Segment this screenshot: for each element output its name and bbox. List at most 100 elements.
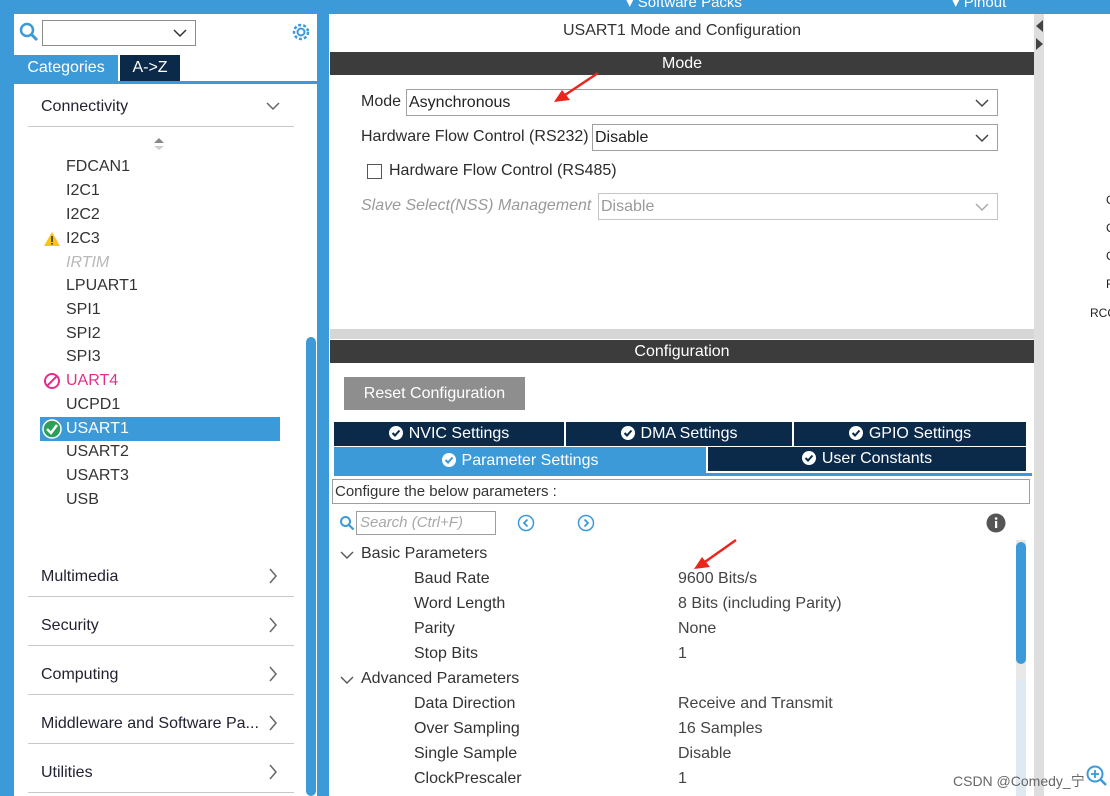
pin-label: C: [1106, 193, 1110, 207]
zoom-in-icon[interactable]: [1084, 764, 1108, 792]
chevron-right-icon: [269, 617, 277, 633]
peripheral-usart2[interactable]: USART2: [66, 443, 129, 461]
category-multimedia[interactable]: Multimedia: [28, 557, 294, 597]
nss-value: Disable: [601, 198, 655, 215]
peripheral-ucpd1[interactable]: UCPD1: [66, 396, 120, 414]
next-match-icon[interactable]: [577, 514, 595, 536]
peripheral-fdcan1[interactable]: FDCAN1: [66, 158, 130, 176]
chevron-right-icon: [269, 666, 277, 682]
panel-splitter[interactable]: [317, 14, 329, 796]
info-icon[interactable]: [986, 513, 1006, 537]
peripheral-spi1[interactable]: SPI1: [66, 301, 101, 319]
category-label: Middleware and Software Pa...: [41, 715, 259, 732]
chevron-right-icon: [269, 764, 277, 780]
tab-user-constants[interactable]: User Constants: [708, 447, 1026, 471]
check-circle-icon: [848, 426, 863, 440]
param-value[interactable]: 1: [678, 645, 687, 663]
mode-select[interactable]: Asynchronous: [406, 89, 998, 116]
param-name: Word Length: [414, 595, 506, 612]
peripheral-usart3[interactable]: USART3: [66, 467, 129, 485]
category-security[interactable]: Security: [28, 606, 294, 646]
collapse-arrows-icon[interactable]: [1034, 18, 1044, 58]
category-utilities[interactable]: Utilities: [28, 753, 294, 793]
software-packs-menu[interactable]: ▾ Software Packs: [626, 0, 742, 11]
peripheral-lpuart1[interactable]: LPUART1: [66, 277, 138, 295]
config-description: Configure the below parameters :: [332, 479, 1030, 504]
section-divider[interactable]: [330, 329, 1034, 339]
mode-select-value: Asynchronous: [409, 94, 511, 111]
left-scrollbar[interactable]: [306, 337, 316, 796]
gear-icon[interactable]: [289, 20, 313, 44]
tab-categories[interactable]: Categories: [14, 55, 118, 81]
param-name: Parity: [414, 620, 455, 637]
peripheral-i2c3[interactable]: I2C3: [66, 230, 100, 248]
tab-label: User Constants: [821, 450, 933, 467]
tab-label: GPIO Settings: [868, 425, 972, 442]
blocked-icon: [43, 372, 61, 394]
search-icon[interactable]: [18, 20, 40, 44]
tab-underline: [14, 81, 317, 84]
nss-select[interactable]: Disable: [598, 193, 998, 220]
tab-dma-settings[interactable]: DMA Settings: [566, 422, 792, 446]
param-value[interactable]: Receive and Transmit: [678, 695, 833, 713]
check-circle-icon: [388, 426, 403, 440]
tab-parameter-settings[interactable]: Parameter Settings: [334, 447, 706, 474]
peripheral-spi2[interactable]: SPI2: [66, 325, 101, 343]
tab-nvic-settings[interactable]: NVIC Settings: [334, 422, 564, 446]
category-label: Connectivity: [41, 98, 129, 115]
mode-config-title: USART1 Mode and Configuration: [562, 22, 802, 39]
check-circle-icon: [441, 453, 456, 467]
left-edge-bar: [0, 14, 14, 796]
annotation-arrow-icon: [694, 538, 737, 569]
tab-gpio-settings[interactable]: GPIO Settings: [794, 422, 1026, 446]
check-circle-icon: [801, 451, 816, 465]
param-value[interactable]: 16 Samples: [678, 720, 763, 738]
top-toolbar: ▾ Software Packs ▾ Pinout: [0, 0, 1110, 14]
group-advanced-parameters[interactable]: Advanced Parameters: [361, 670, 519, 688]
annotation-arrow-icon: [554, 71, 599, 102]
param-value[interactable]: 8 Bits (including Parity): [678, 595, 842, 613]
previous-match-icon[interactable]: [517, 514, 535, 536]
search-icon: [339, 515, 355, 535]
sort-icon[interactable]: [153, 137, 165, 155]
check-circle-icon: [620, 426, 635, 440]
peripheral-i2c1[interactable]: I2C1: [66, 182, 100, 200]
peripheral-i2c2[interactable]: I2C2: [66, 206, 100, 224]
configuration-header: Configuration: [330, 340, 1034, 363]
category-middleware[interactable]: Middleware and Software Pa...: [28, 704, 294, 744]
category-search-combobox[interactable]: [42, 20, 196, 46]
tab-a-to-z[interactable]: A->Z: [120, 55, 180, 81]
category-computing[interactable]: Computing: [28, 655, 294, 695]
warning-icon: [43, 231, 61, 251]
chevron-down-icon[interactable]: [340, 673, 354, 690]
pinout-label: Pinout: [963, 0, 1007, 11]
param-value[interactable]: Disable: [678, 745, 731, 763]
peripheral-uart4[interactable]: UART4: [66, 372, 118, 390]
peripheral-usb[interactable]: USB: [66, 491, 99, 509]
chevron-down-icon: [975, 134, 989, 143]
peripheral-spi3[interactable]: SPI3: [66, 348, 101, 366]
category-label: Multimedia: [41, 568, 119, 585]
category-connectivity[interactable]: Connectivity: [28, 87, 294, 127]
parameter-scrollbar-thumb[interactable]: [1016, 542, 1026, 664]
peripheral-usart1-selected[interactable]: USART1: [40, 417, 280, 441]
peripheral-irtim[interactable]: IRTIM: [66, 254, 109, 272]
chevron-down-icon: [975, 99, 989, 108]
param-name: Stop Bits: [414, 645, 479, 662]
group-basic-parameters[interactable]: Basic Parameters: [361, 545, 487, 563]
chevron-down-icon[interactable]: [340, 548, 354, 565]
chevron-down-icon: [975, 203, 989, 212]
parameter-search-input[interactable]: Search (Ctrl+F): [356, 511, 496, 535]
category-label: Security: [41, 617, 99, 634]
hfc-rs485-checkbox[interactable]: [367, 164, 382, 179]
tab-label: DMA Settings: [640, 425, 738, 442]
tab-label: NVIC Settings: [408, 425, 510, 442]
hfc-rs232-select[interactable]: Disable: [592, 124, 998, 151]
param-name: Data Direction: [414, 695, 516, 712]
chevron-right-icon: [269, 568, 277, 584]
reset-configuration-button[interactable]: Reset Configuration: [344, 377, 525, 410]
right-collapse-strip[interactable]: [1034, 14, 1044, 796]
pinout-menu[interactable]: ▾ Pinout: [952, 0, 1006, 11]
param-value[interactable]: 1: [678, 770, 687, 788]
param-value[interactable]: None: [678, 620, 716, 638]
